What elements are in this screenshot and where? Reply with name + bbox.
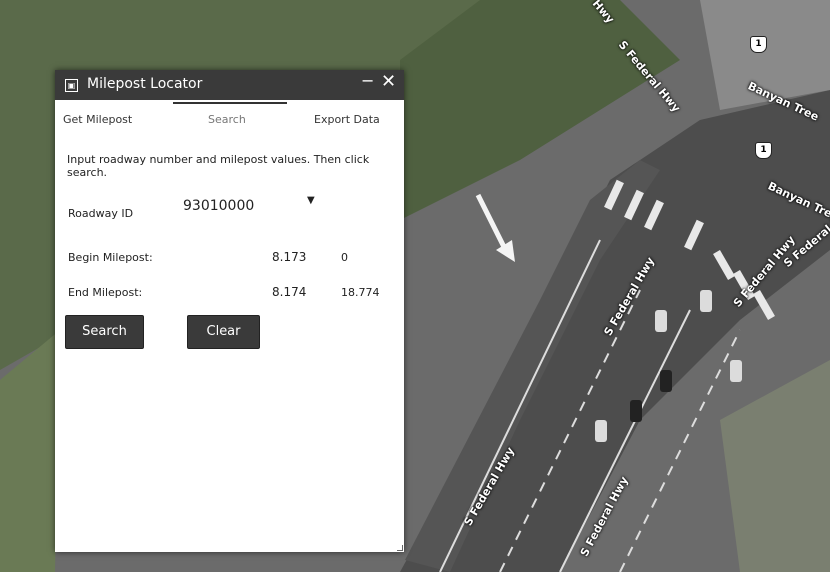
milepost-locator-panel: ▣ Milepost Locator − ✕ Get Milepost Sear…	[55, 70, 404, 552]
roadway-id-label: Roadway ID	[68, 207, 134, 220]
end-milepost-label: End Milepost:	[68, 286, 143, 299]
end-milepost-max: 18.774	[341, 286, 380, 299]
end-milepost-input[interactable]: 8.174	[272, 285, 306, 299]
dropdown-arrow-icon[interactable]: ▼	[307, 195, 315, 206]
instructions-text: Input roadway number and milepost values…	[67, 153, 370, 179]
tab-export-data[interactable]: Export Data	[314, 113, 380, 126]
minimize-icon[interactable]: −	[361, 71, 374, 90]
clear-button[interactable]: Clear	[187, 315, 260, 349]
roadway-id-select[interactable]: 93010000	[183, 198, 254, 214]
begin-milepost-label: Begin Milepost:	[68, 251, 153, 264]
widget-icon: ▣	[65, 79, 78, 92]
panel-title-bar[interactable]: ▣ Milepost Locator − ✕	[55, 70, 404, 100]
panel-title: Milepost Locator	[87, 76, 203, 92]
begin-milepost-input[interactable]: 8.173	[272, 250, 306, 264]
tab-get-milepost[interactable]: Get Milepost	[63, 113, 132, 126]
us-route-shield-icon: 1	[755, 142, 772, 159]
us-route-shield-icon: 1	[750, 36, 767, 53]
active-tab-indicator	[173, 102, 287, 104]
tab-search[interactable]: Search	[208, 113, 246, 126]
resize-handle[interactable]	[397, 545, 403, 551]
begin-milepost-min: 0	[341, 251, 348, 264]
close-icon[interactable]: ✕	[381, 71, 396, 92]
search-button[interactable]: Search	[65, 315, 144, 349]
